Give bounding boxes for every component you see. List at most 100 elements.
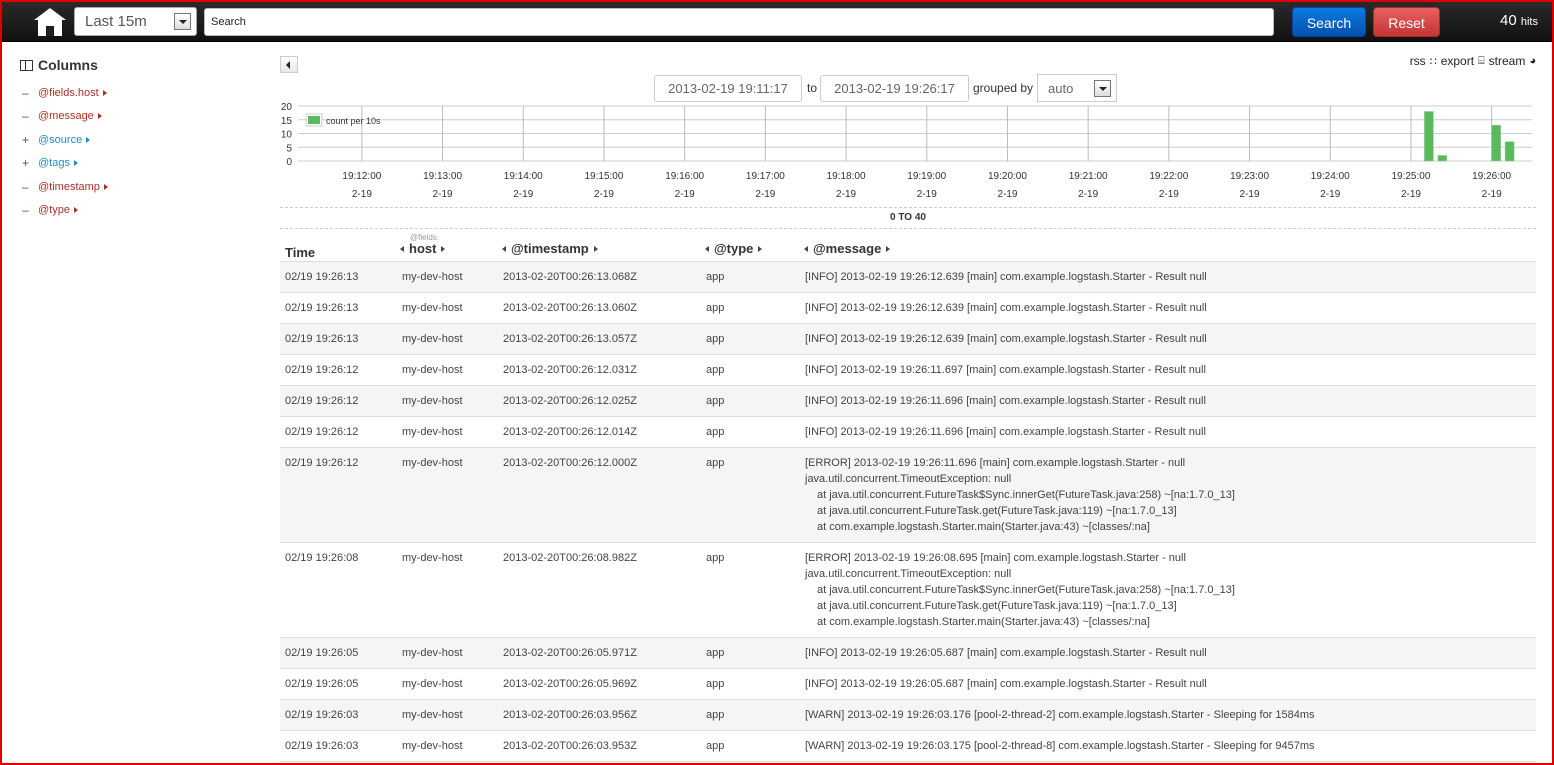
table-row[interactable]: 02/19 19:26:05 my-dev-host 2013-02-20T00:2…	[280, 638, 1536, 669]
cell-time: 02/19 19:26:12	[285, 364, 359, 376]
x-tick-date: 2-19	[675, 189, 695, 200]
chevron-down-icon[interactable]	[174, 13, 191, 30]
column-header[interactable]: @timestamp	[502, 241, 598, 256]
column-header[interactable]: @message	[804, 241, 891, 256]
x-tick-date: 2-19	[594, 189, 614, 200]
move-left-icon[interactable]	[804, 245, 808, 252]
column-header[interactable]: Time	[285, 245, 315, 260]
x-tick-label: 19:15:00	[584, 171, 623, 182]
x-tick-date: 2-19	[1078, 189, 1098, 200]
column-field[interactable]: – @timestamp	[20, 175, 260, 199]
table-row[interactable]: 02/19 19:26:12 my-dev-host 2013-02-20T00:2…	[280, 355, 1536, 386]
minus-icon[interactable]: –	[22, 109, 38, 123]
move-left-icon[interactable]	[502, 245, 506, 252]
export-link[interactable]: export	[1441, 54, 1474, 68]
rss-link[interactable]: rss	[1410, 54, 1426, 68]
search-button[interactable]: Search	[1292, 7, 1366, 37]
cell-message: [INFO] 2013-02-19 19:26:05.687 [main] co…	[805, 669, 1536, 699]
column-field-name[interactable]: @source	[38, 134, 82, 146]
x-tick-label: 19:13:00	[423, 171, 462, 182]
caret-right-icon[interactable]	[103, 183, 108, 190]
cell-time: 02/19 19:26:08	[285, 552, 359, 564]
table-row[interactable]: 02/19 19:26:03 my-dev-host 2013-02-20T00:2…	[280, 700, 1536, 731]
column-header-label[interactable]: @timestamp	[511, 241, 589, 256]
columns-icon	[20, 59, 33, 71]
y-tick-label: 10	[281, 130, 293, 141]
x-tick-label: 19:26:00	[1472, 171, 1511, 182]
table-row[interactable]: 02/19 19:26:12 my-dev-host 2013-02-20T00:2…	[280, 417, 1536, 448]
move-left-icon[interactable]	[705, 245, 709, 252]
cell-time: 02/19 19:26:05	[285, 678, 359, 690]
rss-icon[interactable]: ∷	[1430, 55, 1437, 68]
table-row[interactable]: 02/19 19:26:13 my-dev-host 2013-02-20T00:2…	[280, 262, 1536, 293]
caret-right-icon[interactable]	[102, 89, 107, 96]
column-field[interactable]: + @tags	[20, 152, 260, 176]
column-field[interactable]: + @source	[20, 128, 260, 152]
column-field-name[interactable]: @fields.host	[38, 87, 99, 99]
cell-timestamp: 2013-02-20T00:26:05.969Z	[503, 678, 637, 690]
move-right-icon[interactable]	[441, 245, 446, 252]
caret-right-icon[interactable]	[73, 160, 78, 167]
cell-timestamp: 2013-02-20T00:26:03.953Z	[503, 740, 637, 752]
caret-right-icon[interactable]	[86, 136, 91, 143]
caret-right-icon[interactable]	[73, 207, 78, 214]
collapse-sidebar-button[interactable]	[280, 56, 298, 73]
divider	[280, 207, 1536, 208]
stream-link[interactable]: stream	[1489, 54, 1526, 68]
dashboard-icon[interactable]: ◕	[1529, 55, 1536, 67]
column-header-label[interactable]: Time	[285, 245, 315, 260]
minus-icon[interactable]: –	[22, 86, 38, 100]
plus-icon[interactable]: +	[22, 133, 38, 147]
cell-message: [WARN] 2013-02-19 19:26:03.176 [pool-2-t…	[805, 700, 1536, 730]
column-field-name[interactable]: @tags	[38, 157, 70, 169]
print-icon[interactable]: ⌸	[1478, 55, 1485, 68]
table-row[interactable]: 02/19 19:26:12 my-dev-host 2013-02-20T00:2…	[280, 386, 1536, 417]
table-row[interactable]: 02/19 19:26:13 my-dev-host 2013-02-20T00:2…	[280, 324, 1536, 355]
caret-right-icon[interactable]	[97, 113, 102, 120]
table-row[interactable]: 02/19 19:26:05 my-dev-host 2013-02-20T00:2…	[280, 669, 1536, 700]
home-icon[interactable]	[32, 6, 68, 38]
column-header-label[interactable]: @message	[813, 241, 881, 256]
cell-host: my-dev-host	[402, 395, 463, 407]
cell-type: app	[706, 740, 725, 752]
cell-host: my-dev-host	[402, 457, 463, 469]
message-line: [INFO] 2013-02-19 19:26:12.639 [main] co…	[805, 271, 1207, 283]
minus-icon[interactable]: –	[22, 203, 38, 217]
cell-type: app	[706, 647, 725, 659]
table-row[interactable]: 02/19 19:26:08 my-dev-host 2013-02-20T00:2…	[280, 543, 1536, 638]
cell-message: [WARN] 2013-02-19 19:26:03.175 [pool-2-t…	[805, 731, 1536, 761]
cell-time: 02/19 19:26:12	[285, 395, 359, 407]
search-input[interactable]: Search	[204, 8, 1274, 36]
column-header[interactable]: @type	[705, 241, 763, 256]
columns-title: Columns	[38, 57, 98, 73]
move-right-icon[interactable]	[593, 245, 598, 252]
column-field-name[interactable]: @message	[38, 110, 94, 122]
cell-timestamp: 2013-02-20T00:26:05.971Z	[503, 647, 637, 659]
table-body: 02/19 19:26:13 my-dev-host 2013-02-20T00:2…	[280, 262, 1536, 762]
column-field[interactable]: – @message	[20, 105, 260, 129]
chevron-down-icon[interactable]	[1094, 80, 1111, 97]
plus-icon[interactable]: +	[22, 156, 38, 170]
column-header-label[interactable]: @type	[714, 241, 753, 256]
column-field[interactable]: – @fields.host	[20, 81, 260, 105]
x-tick-date: 2-19	[997, 189, 1017, 200]
message-line: [INFO] 2013-02-19 19:26:11.696 [main] co…	[805, 426, 1206, 438]
column-header[interactable]: @fields. host	[400, 233, 446, 256]
x-tick-date: 2-19	[433, 189, 453, 200]
x-tick-date: 2-19	[1159, 189, 1179, 200]
move-right-icon[interactable]	[758, 245, 763, 252]
column-field-name[interactable]: @type	[38, 204, 70, 216]
move-left-icon[interactable]	[400, 245, 404, 252]
column-field-name[interactable]: @timestamp	[38, 181, 100, 193]
column-header-label[interactable]: host	[409, 241, 436, 256]
column-field[interactable]: – @type	[20, 199, 260, 223]
table-row[interactable]: 02/19 19:26:13 my-dev-host 2013-02-20T00:2…	[280, 293, 1536, 324]
move-right-icon[interactable]	[886, 245, 891, 252]
cell-type: app	[706, 271, 725, 283]
time-range-select[interactable]: Last 15m	[74, 7, 197, 36]
cell-timestamp: 2013-02-20T00:26:12.000Z	[503, 457, 637, 469]
table-row[interactable]: 02/19 19:26:03 my-dev-host 2013-02-20T00:2…	[280, 731, 1536, 762]
reset-button[interactable]: Reset	[1373, 7, 1440, 37]
table-row[interactable]: 02/19 19:26:12 my-dev-host 2013-02-20T00:2…	[280, 448, 1536, 543]
minus-icon[interactable]: –	[22, 180, 38, 194]
